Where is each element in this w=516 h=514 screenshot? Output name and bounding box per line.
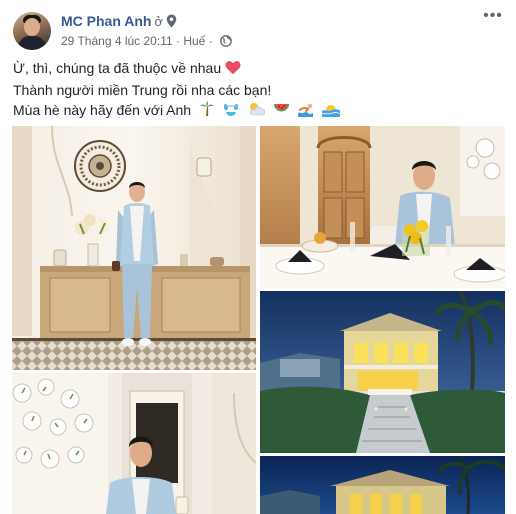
photo-villa-dusk[interactable]: [260, 291, 505, 453]
author-name[interactable]: MC Phan Anh: [61, 13, 151, 29]
post-place[interactable]: Huế: [183, 34, 205, 48]
post-caption: Ừ, thì, chúng ta đã thuộc về nhau Thành …: [13, 58, 341, 122]
photo-villa-night[interactable]: [260, 456, 505, 514]
post-date[interactable]: 29 Tháng 4 lúc 20:11: [61, 34, 173, 48]
photo-white-room[interactable]: [12, 373, 256, 514]
photo-living-room[interactable]: [12, 126, 256, 370]
watermelon-emoji-icon: [273, 102, 290, 122]
location-prefix: ở: [154, 14, 164, 29]
palm-tree-emoji-icon: [199, 101, 215, 122]
more-options-icon[interactable]: •••: [482, 8, 504, 26]
meta-separator: ·: [176, 34, 180, 48]
bikini-emoji-icon: [223, 101, 239, 122]
swimmer-emoji-icon: [297, 101, 315, 122]
caption-line-2: Thành người miền Trung rồi nha các bạn!: [13, 82, 272, 98]
author-line: MC Phan Anh ở: [61, 13, 177, 31]
location-pin-icon[interactable]: [166, 14, 177, 31]
meta-separator: ·: [208, 34, 213, 48]
author-avatar[interactable]: [13, 12, 51, 50]
caption-line-1: Ừ, thì, chúng ta đã thuộc về nhau: [13, 58, 340, 80]
sun-cloud-emoji-icon: [247, 101, 265, 122]
caption-line-3: Mùa hè này hãy đến với Anh: [13, 100, 341, 122]
photo-grid: [12, 126, 505, 514]
facebook-post: MC Phan Anh ở 29 Tháng 4 lúc 20:11 · Huế …: [0, 0, 516, 514]
globe-privacy-icon[interactable]: [220, 35, 232, 50]
heart-emoji-icon: [225, 60, 241, 80]
sunrise-wave-emoji-icon: [322, 101, 341, 122]
post-meta: 29 Tháng 4 lúc 20:11 · Huế ·: [61, 34, 232, 50]
photo-dining-table[interactable]: [260, 126, 505, 288]
